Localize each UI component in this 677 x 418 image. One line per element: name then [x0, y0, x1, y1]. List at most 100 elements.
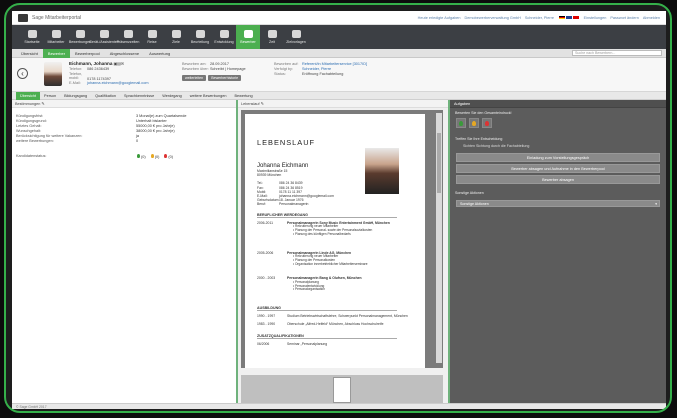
cv-bullet-text: Personalorganisation [295, 287, 325, 292]
toplink-password[interactable]: Passwort ändern [610, 16, 639, 20]
nav-startseite[interactable]: Startseite [20, 25, 44, 49]
assigned-user[interactable]: Schneider, Pierre [302, 67, 331, 71]
toplink-company[interactable]: Demobewerberverwaltung GmbH [465, 16, 521, 20]
candidate-phone: 086 2436439 [87, 66, 110, 71]
nav-beurteilung[interactable]: Beurteilung [188, 25, 212, 49]
invite-button[interactable]: Einladung zum Vorstellungsgespräch [456, 153, 660, 162]
rate-good-button[interactable] [456, 118, 466, 128]
page-thumbnails [241, 375, 443, 405]
nav-label: Bewerbungen [68, 40, 92, 44]
cv-date: 06/2006 [257, 341, 270, 346]
person-icon [51, 30, 61, 38]
app-title: Sage Mitarbeiterportal [32, 14, 82, 21]
flag-ch-icon[interactable] [572, 15, 579, 20]
nav-label: Mitarbeiter [47, 40, 65, 44]
tab-uebersicht[interactable]: Übersicht [16, 49, 43, 58]
reject-button[interactable]: Bewerber absagen [456, 175, 660, 184]
vcard-icon[interactable]: ▣▤✉ [113, 62, 123, 66]
avatar [44, 62, 62, 86]
top-bar: Sage Mitarbeiterportal Heute erledigte A… [12, 11, 666, 25]
nav-entwicklung[interactable]: Entwicklung [212, 25, 236, 49]
forward-button[interactable]: weiterleiten [182, 74, 207, 82]
tab-person[interactable]: Person [40, 92, 60, 100]
search-input[interactable]: Suche nach Bewerbern... [572, 50, 662, 56]
tab-bewertung[interactable]: Bewertung [230, 92, 256, 100]
nav-praesenz[interactable]: Präsenzzeiten [116, 25, 140, 49]
back-button[interactable]: ‹ [17, 68, 28, 79]
cv-date: 2006-2011 [257, 220, 273, 225]
position-link[interactable]: Referent/in Mitarbeiterservice [3017ID] [302, 62, 367, 66]
tab-sprachkenntnisse[interactable]: Sprachkenntnisse [120, 92, 158, 100]
toplink-tasks[interactable]: Heute erledigte Aufgaben [418, 16, 461, 20]
nav-reise[interactable]: Reise [140, 25, 164, 49]
tab-bewerber[interactable]: Bewerber [42, 48, 71, 58]
rating-counts: (0) (0) (0) [136, 154, 173, 160]
tab-bildungsgang[interactable]: Bildungsgang [60, 92, 91, 100]
nav-bewerbungen[interactable]: Bewerbungen [68, 25, 92, 49]
cv-bullet-text: Planung des künftigen Personalbedarfs [295, 231, 351, 236]
decision-label: Treffen Sie Ihre Entscheidung [455, 137, 503, 141]
rate-bad-button[interactable] [482, 118, 492, 128]
reject-pool-button[interactable]: Bewerber absagen und Aufnahme in den Bew… [456, 164, 660, 173]
flag-de-icon[interactable] [558, 15, 565, 20]
toplink-logout[interactable]: Abmelden [643, 16, 660, 20]
candidate-email[interactable]: johanna.eichmann@googlemail.com [87, 81, 148, 85]
rating-prompt: Bewerten Sie den Gesamteindruck! [455, 111, 512, 115]
thumb-neutral-icon [150, 154, 154, 158]
cv-date: 2000 - 2003 [257, 276, 276, 281]
history-button[interactable]: Bewerberhistorie [208, 74, 242, 82]
tab-weitere-bewerbungen[interactable]: weitere Bewerbungen [186, 92, 231, 100]
thumb-up-icon [459, 120, 463, 126]
cv-photo [365, 148, 399, 194]
tab-qualifikation[interactable]: Qualifikation [91, 92, 120, 100]
nav-ziele[interactable]: Ziele [164, 25, 188, 49]
cv-heading: LEBENSLAUF [257, 138, 316, 147]
thumb-down-icon [164, 154, 168, 158]
panel-title-text: Lebenslauf [241, 102, 260, 106]
nav-geraete[interactable]: Gerät-/Assistenten [89, 25, 119, 49]
condition-label: weitere Bewerbungen: [16, 139, 54, 143]
chevron-down-icon: ▾ [655, 202, 657, 206]
nav-bewerber[interactable]: Bewerber [236, 25, 260, 49]
nav-label: Reise [147, 40, 157, 44]
toplink-user[interactable]: Schneider, Pierre [525, 16, 554, 20]
tab-werdegang[interactable]: Werdegang [158, 92, 186, 100]
rate-neutral-button[interactable] [469, 118, 479, 128]
scroll-thumb[interactable] [437, 133, 441, 193]
nav-label: Beurteilung [190, 40, 210, 44]
cv-bullet-text: Organisation innerbetrieblicher Mitarbei… [295, 261, 368, 266]
nav-label: Präsenzzeiten [116, 40, 140, 44]
nav-label: Zielvorlagen [286, 40, 306, 44]
applicant-icon [243, 30, 253, 38]
tab-abgeschlossene[interactable]: Abgeschlossene [105, 49, 144, 58]
tab-auswertung[interactable]: Auswertung [144, 49, 175, 58]
document-viewer[interactable]: LEBENSLAUF Johanna Eichmann Maximilianst… [241, 110, 443, 368]
label: Status: [274, 71, 286, 76]
tab-bewerberpool[interactable]: Bewerberpool [70, 49, 105, 58]
pencil-icon[interactable]: ✎ [261, 102, 264, 106]
template-icon [291, 30, 301, 38]
nav-zielvorlagen[interactable]: Zielvorlagen [284, 25, 308, 49]
toplink-settings[interactable]: Einstellungen [584, 16, 607, 20]
page-thumbnail[interactable] [333, 377, 351, 403]
other-actions-select[interactable]: Sonstige Aktionen ▾ [456, 200, 660, 207]
panel-title: Lebenslauf ✎ [238, 100, 448, 108]
cv-extra-text: Seminar „Personalplanung [287, 341, 328, 346]
nav-zeit[interactable]: Zeit [260, 25, 284, 49]
other-actions-value: Sonstige Aktionen [460, 202, 489, 206]
nav-mitarbeiter[interactable]: Mitarbeiter [44, 25, 68, 49]
time-icon [267, 30, 277, 38]
rating-count: (0) [168, 155, 174, 159]
nav-label: Zeit [269, 40, 275, 44]
home-icon [27, 30, 37, 38]
flags[interactable] [558, 15, 580, 20]
tab-detail-uebersicht[interactable]: Übersicht [16, 91, 41, 100]
document-scrollbar[interactable] [436, 113, 442, 363]
cv-bullets: • Rekrutierung neuer Mitarbeiter • Planun… [257, 224, 415, 237]
cv-contact-row: Beruf: Personalmanagerin [257, 202, 415, 206]
pencil-icon[interactable]: ✎ [41, 102, 44, 106]
nav-label: Ziele [172, 40, 180, 44]
flag-uk-icon[interactable] [565, 15, 572, 20]
applied-date: 28.09.2017 [210, 62, 230, 66]
candidate-header: ‹ Eichmann, Johanna ▣▤✉ Telefon: 086 2436… [12, 58, 666, 92]
